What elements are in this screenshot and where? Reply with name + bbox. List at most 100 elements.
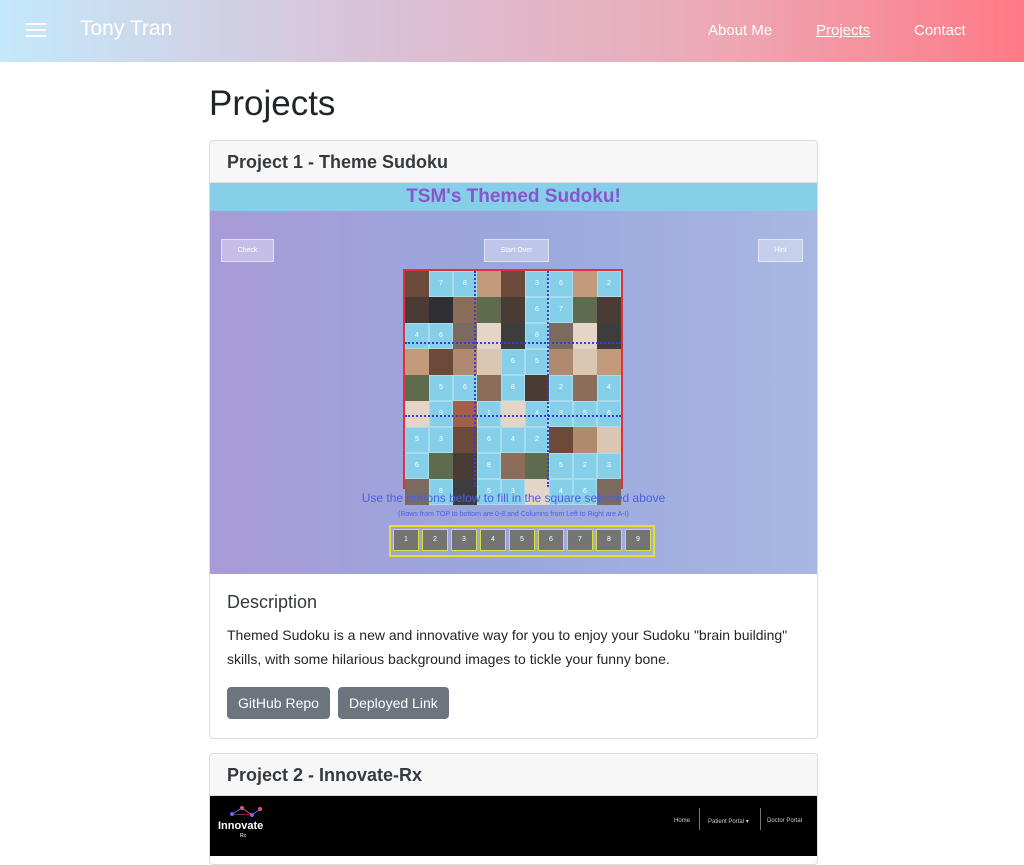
sudoku-cell: 5 <box>525 349 549 375</box>
innovate-nav-doctor-portal: Doctor Portal <box>767 818 803 824</box>
card-body: Description Themed Sudoku is a new and i… <box>227 592 802 671</box>
sudoku-cell: 4 <box>405 323 429 349</box>
sudoku-cell <box>477 297 501 323</box>
sudoku-cell: 6 <box>549 271 573 297</box>
sudoku-cell: 5 <box>549 453 573 479</box>
nav-contact[interactable]: Contact <box>914 22 966 39</box>
sudoku-cell <box>405 375 429 401</box>
innovate-nav-home: Home <box>674 818 691 824</box>
sudoku-cell <box>501 453 525 479</box>
menu-icon[interactable] <box>26 23 46 39</box>
sudoku-number-button: 6 <box>538 529 564 551</box>
sudoku-cell <box>405 349 429 375</box>
sudoku-cell <box>429 349 453 375</box>
sudoku-cell <box>429 453 453 479</box>
description-title: Description <box>227 592 318 612</box>
sudoku-hint-button: Hint <box>758 239 803 262</box>
sudoku-cell <box>525 375 549 401</box>
sudoku-cell: 3 <box>597 453 621 479</box>
sudoku-number-button: 3 <box>451 529 477 551</box>
sudoku-number-buttons: 123456789 <box>389 525 655 557</box>
grid-divider <box>547 271 549 487</box>
sudoku-instruction: Use the buttons below to fill in the squ… <box>361 491 666 505</box>
card-header: Project 2 - Innovate-Rx <box>210 754 817 796</box>
sudoku-cell: 3 <box>525 271 549 297</box>
sudoku-cell <box>549 323 573 349</box>
sudoku-cell: 4 <box>501 427 525 453</box>
sudoku-cell: 5 <box>429 375 453 401</box>
project-card-1: Project 1 - Theme Sudoku TSM's Themed Su… <box>209 140 818 739</box>
sudoku-check-button: Check <box>221 239 274 262</box>
sudoku-cell <box>573 375 597 401</box>
project-title: Project 2 - Innovate-Rx <box>227 765 423 785</box>
sudoku-number-button: 2 <box>422 529 448 551</box>
sudoku-number-button: 5 <box>509 529 535 551</box>
sudoku-cell <box>405 297 429 323</box>
sudoku-cell <box>429 297 453 323</box>
sudoku-cell: 6 <box>597 401 621 427</box>
sudoku-cell <box>525 453 549 479</box>
deployed-link-button[interactable]: Deployed Link <box>338 687 449 719</box>
sudoku-cell <box>597 427 621 453</box>
project-screenshot: Innovate Rx Home Patient Portal ▾ Doctor… <box>210 796 817 856</box>
sudoku-cell <box>597 323 621 349</box>
sudoku-cell <box>501 297 525 323</box>
description-text: Themed Sudoku is a new and innovative wa… <box>227 627 788 667</box>
grid-divider <box>405 342 621 344</box>
sudoku-cell: 3 <box>429 427 453 453</box>
navbar: Tony Tran About Me Projects Contact <box>0 0 1024 62</box>
sudoku-cell: 2 <box>525 427 549 453</box>
sudoku-cell <box>573 427 597 453</box>
sudoku-cell <box>573 349 597 375</box>
sudoku-cell: 9 <box>429 401 453 427</box>
sudoku-cell: 7 <box>429 271 453 297</box>
sudoku-cell <box>573 297 597 323</box>
sudoku-cell: 5 <box>405 427 429 453</box>
nav-divider <box>760 808 761 830</box>
card-header: Project 1 - Theme Sudoku <box>210 141 817 183</box>
sudoku-banner-text: TSM's Themed Sudoku! <box>406 186 621 207</box>
sudoku-cell <box>501 323 525 349</box>
brand-name[interactable]: Tony Tran <box>80 17 172 41</box>
sudoku-banner: TSM's Themed Sudoku! <box>210 183 817 211</box>
sudoku-sub-instruction: (Rows from TOP to bottom are 0-8 and Col… <box>398 511 629 518</box>
sudoku-number-button: 7 <box>567 529 593 551</box>
sudoku-cell <box>573 323 597 349</box>
sudoku-cell <box>477 323 501 349</box>
sudoku-cell: 6 <box>501 349 525 375</box>
sudoku-cell <box>501 401 525 427</box>
sudoku-cell: 8 <box>501 375 525 401</box>
sudoku-number-button: 8 <box>596 529 622 551</box>
sudoku-cell <box>597 349 621 375</box>
sudoku-cell: 1 <box>477 401 501 427</box>
sudoku-cell <box>549 427 573 453</box>
sudoku-cell <box>477 375 501 401</box>
github-repo-button[interactable]: GitHub Repo <box>227 687 330 719</box>
sudoku-cell: 6 <box>429 323 453 349</box>
grid-divider <box>474 271 476 487</box>
nav-about-me[interactable]: About Me <box>708 22 772 39</box>
sudoku-number-button: 9 <box>625 529 651 551</box>
sudoku-cell <box>597 297 621 323</box>
project-card-2: Project 2 - Innovate-Rx Innovate Rx Home… <box>209 753 818 865</box>
sudoku-grid: 78362674686556824914356536426852385346 <box>403 269 623 505</box>
sudoku-cell: 4 <box>525 401 549 427</box>
sudoku-cell: 7 <box>549 297 573 323</box>
sudoku-cell <box>405 271 429 297</box>
innovate-logo-text: Innovate <box>218 820 264 832</box>
sudoku-number-button: 1 <box>393 529 419 551</box>
sudoku-cell: 2 <box>549 375 573 401</box>
grid-divider <box>405 415 621 417</box>
sudoku-cell: 4 <box>597 375 621 401</box>
sudoku-cell: 8 <box>525 323 549 349</box>
nav-divider <box>699 808 700 830</box>
nav-projects[interactable]: Projects <box>816 22 870 39</box>
sudoku-number-button: 4 <box>480 529 506 551</box>
sudoku-cell: 6 <box>405 453 429 479</box>
sudoku-cell <box>405 401 429 427</box>
sudoku-cell: 6 <box>477 427 501 453</box>
sudoku-cell: 6 <box>525 297 549 323</box>
sudoku-cell <box>549 349 573 375</box>
project-title: Project 1 - Theme Sudoku <box>227 152 449 172</box>
sudoku-cell <box>501 271 525 297</box>
